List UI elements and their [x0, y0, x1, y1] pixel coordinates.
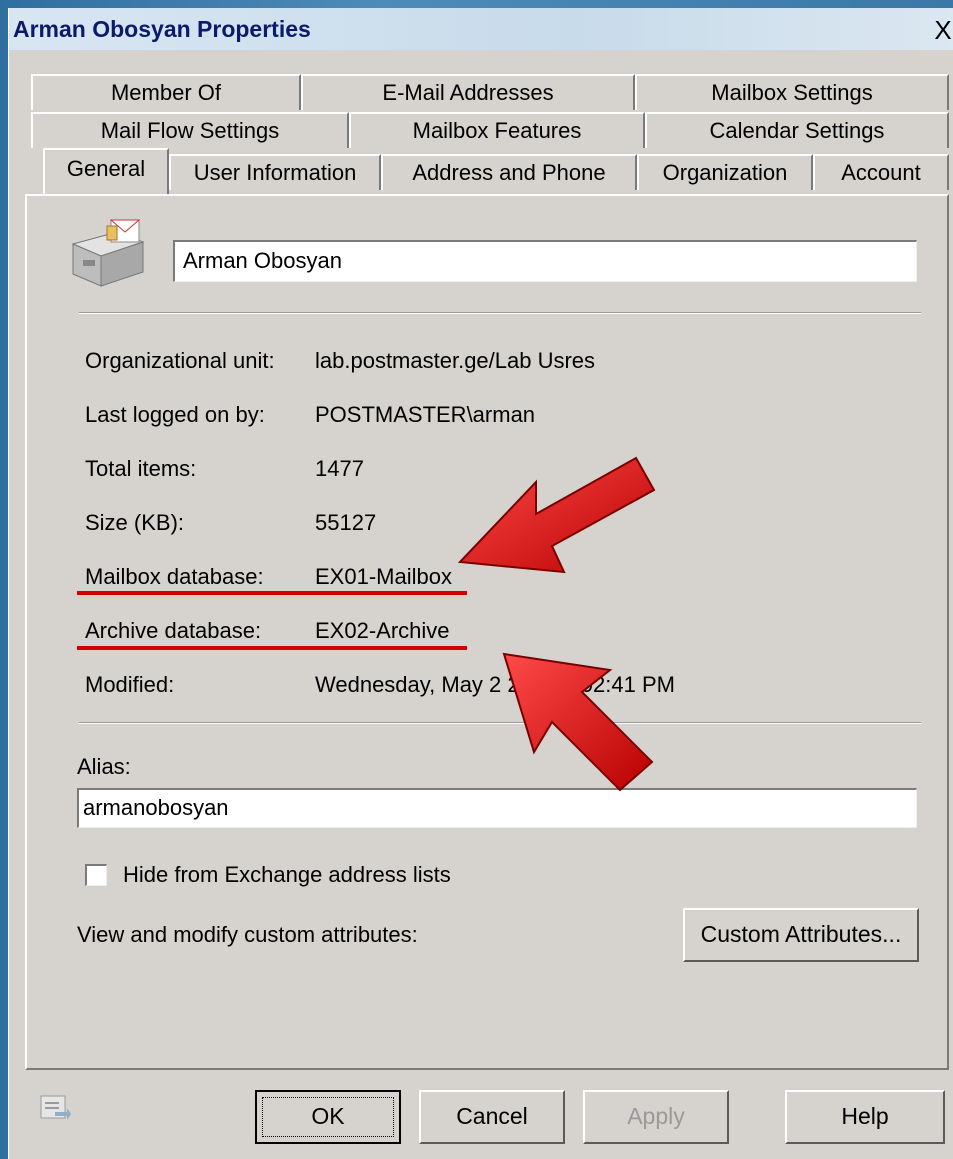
tab-user-information[interactable]: User Information	[169, 154, 381, 190]
custom-attributes-label: View and modify custom attributes:	[77, 922, 418, 947]
tab-organization[interactable]: Organization	[637, 154, 813, 190]
alias-label: Alias:	[77, 754, 131, 779]
hide-from-address-lists-checkbox[interactable]	[85, 864, 107, 886]
total-items-value: 1477	[315, 456, 364, 481]
display-name-input[interactable]: Arman Obosyan	[173, 240, 917, 282]
last-logged-on-value: POSTMASTER\arman	[315, 402, 536, 427]
close-button[interactable]: X	[932, 17, 953, 44]
modified-label: Modified:	[85, 672, 175, 697]
tab-mailbox-settings[interactable]: Mailbox Settings	[635, 74, 949, 110]
help-button[interactable]: Help	[785, 1090, 945, 1144]
cancel-button[interactable]: Cancel	[419, 1090, 565, 1144]
red-arrow-icon	[457, 456, 656, 574]
last-logged-on-label: Last logged on by:	[85, 402, 265, 427]
apply-button[interactable]: Apply	[583, 1090, 729, 1144]
org-unit-label: Organizational unit:	[85, 348, 275, 373]
tab-email-addresses[interactable]: E-Mail Addresses	[301, 74, 635, 110]
mailbox-database-value: EX01-Mailbox	[315, 564, 452, 589]
size-label: Size (KB):	[85, 510, 185, 535]
archive-database-label: Archive database:	[85, 618, 262, 643]
custom-attributes-button[interactable]: Custom Attributes...	[683, 908, 919, 962]
tab-account[interactable]: Account	[813, 154, 949, 190]
tab-member-of[interactable]: Member Of	[31, 74, 301, 110]
size-value: 55127	[315, 510, 377, 535]
archive-database-value: EX02-Archive	[315, 618, 450, 643]
ok-button[interactable]: OK	[255, 1090, 401, 1144]
total-items-label: Total items:	[85, 456, 197, 481]
tab-address-and-phone[interactable]: Address and Phone	[381, 154, 637, 190]
separator	[79, 312, 921, 314]
archive-database-highlight	[77, 646, 467, 650]
mailbox-database-highlight	[77, 591, 467, 595]
red-arrow-icon	[502, 652, 654, 792]
title-bar: Arman Obosyan Properties X	[9, 8, 953, 50]
tab-calendar-settings[interactable]: Calendar Settings	[645, 112, 949, 148]
hide-from-address-lists-label[interactable]: Hide from Exchange address lists	[123, 862, 451, 888]
tab-general[interactable]: General	[43, 148, 169, 194]
window-title: Arman Obosyan Properties	[13, 16, 311, 42]
general-tab-panel: Arman Obosyan Organizational unit: lab.p…	[25, 194, 949, 1070]
properties-icon[interactable]	[39, 1092, 71, 1124]
mailbox-icon	[71, 219, 145, 287]
tab-mailbox-features[interactable]: Mailbox Features	[349, 112, 645, 148]
mailbox-database-label: Mailbox database:	[85, 564, 264, 589]
org-unit-value: lab.postmaster.ge/Lab Usres	[315, 348, 596, 373]
tab-mail-flow-settings[interactable]: Mail Flow Settings	[31, 112, 349, 148]
